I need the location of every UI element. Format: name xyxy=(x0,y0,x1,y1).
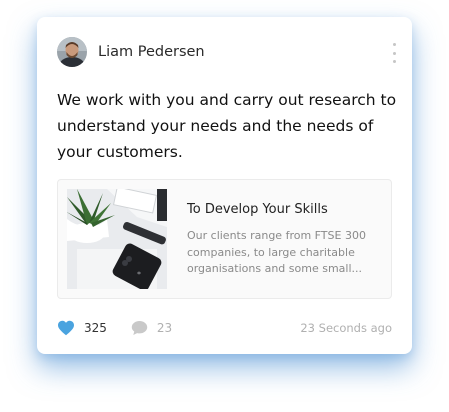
like-button[interactable]: 325 xyxy=(57,320,107,336)
post-timestamp: 23 Seconds ago xyxy=(300,321,392,335)
post-card: Liam Pedersen We work with you and carry… xyxy=(37,17,412,354)
post-footer: 325 23 23 Seconds ago xyxy=(57,318,392,338)
dot xyxy=(392,60,396,63)
dot xyxy=(392,51,396,55)
heart-icon[interactable] xyxy=(57,320,75,336)
post-author[interactable]: Liam Pedersen xyxy=(57,37,205,67)
more-options-icon[interactable] xyxy=(390,43,398,63)
avatar[interactable] xyxy=(57,37,87,67)
preview-title[interactable]: To Develop Your Skills xyxy=(187,202,382,217)
comments-count: 23 xyxy=(156,321,173,335)
likes-count: 325 xyxy=(84,321,107,335)
dot xyxy=(392,43,396,46)
comment-button[interactable]: 23 xyxy=(131,320,172,336)
link-preview[interactable]: To Develop Your Skills Our clients range… xyxy=(57,179,392,299)
preview-thumbnail[interactable] xyxy=(67,189,167,289)
preview-description: Our clients range from FTSE 300 companie… xyxy=(187,229,366,275)
post-text: We work with you and carry out research … xyxy=(57,91,397,161)
page-stage: Liam Pedersen We work with you and carry… xyxy=(0,0,449,412)
speech-bubble-icon[interactable] xyxy=(131,320,148,336)
author-name[interactable]: Liam Pedersen xyxy=(98,44,205,60)
